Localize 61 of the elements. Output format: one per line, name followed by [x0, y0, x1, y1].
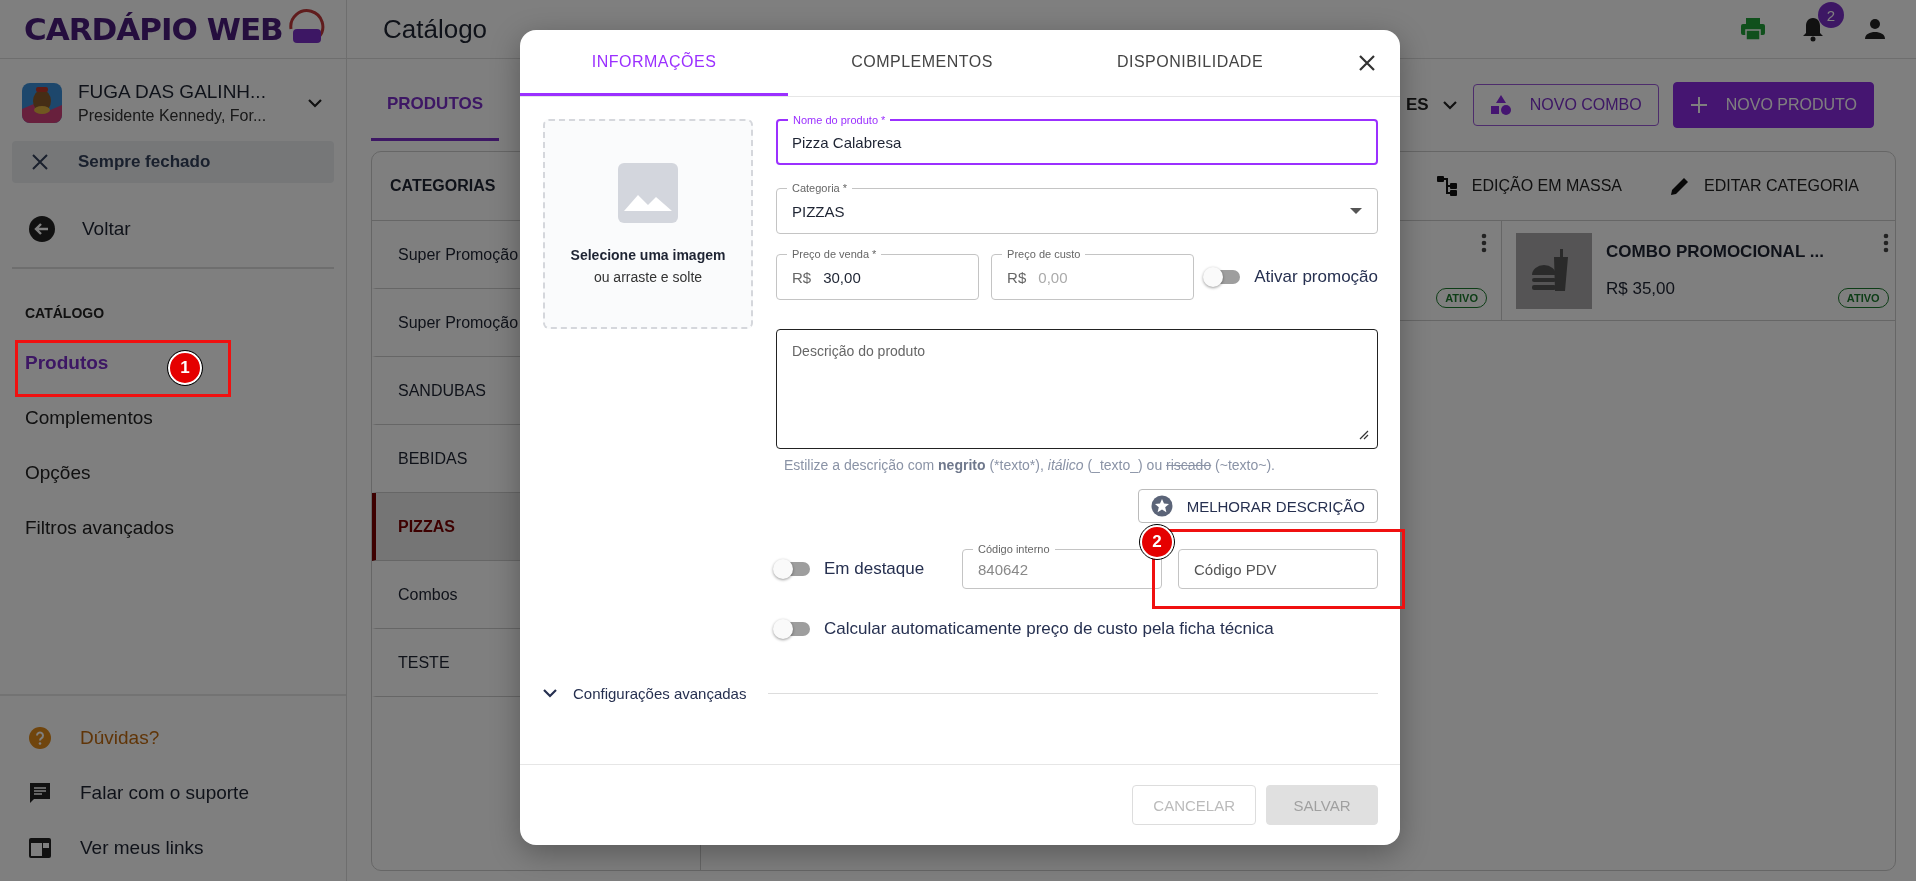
bell-icon[interactable]	[1802, 16, 1824, 42]
page-title: Catálogo	[383, 13, 489, 45]
food-icon	[1516, 233, 1592, 309]
hierarchy-icon	[1435, 175, 1458, 197]
more-options-icon[interactable]	[1481, 233, 1487, 253]
toggle-switch[interactable]	[776, 622, 810, 636]
product-card[interactable]: COMBO PROMOCIONAL ... R$ 35,00 ATIVO	[1502, 221, 1895, 321]
browser-window-icon	[28, 836, 52, 859]
textarea-field[interactable]: Descrição do produto	[776, 329, 1378, 449]
toolbar-button[interactable]: EDIÇÃO EM MASSA	[1429, 174, 1628, 198]
toggle-label: Calcular automaticamente preço de custo pela ficha técnica	[824, 619, 1274, 639]
more-options-icon[interactable]	[1882, 233, 1889, 253]
help-icon	[28, 725, 52, 750]
back-link[interactable]: Voltar	[82, 218, 131, 240]
sidebar-link[interactable]: Falar com o suporte	[80, 781, 249, 804]
image-icon	[618, 163, 678, 223]
tab[interactable]: DISPONIBILIDADE	[1056, 30, 1324, 96]
improve-description-button[interactable]: MELHORAR DESCRIÇÃO	[1137, 489, 1378, 523]
filter-dropdown[interactable]: ES	[1406, 95, 1457, 115]
toggle-switch[interactable]	[776, 562, 810, 576]
user-icon[interactable]	[1864, 18, 1886, 40]
resize-handle-icon[interactable]	[1359, 430, 1369, 440]
store-name: FUGA DAS GALINH...	[78, 81, 267, 103]
toggle-label: Ativar promoção	[1254, 267, 1378, 287]
sidebar-item[interactable]: Produtos	[25, 351, 109, 374]
toolbar-button[interactable]: EDITAR CATEGORIA	[1664, 175, 1865, 197]
sidebar-link[interactable]: Ver meus links	[80, 836, 204, 859]
product-name: COMBO PROMOCIONAL ...	[1606, 241, 1824, 262]
tab[interactable]: PRODUTOS	[371, 69, 500, 141]
sidebar-item[interactable]: Filtros avançados	[25, 516, 174, 539]
primary-button[interactable]: NOVO PRODUTO	[1672, 82, 1874, 128]
dropzone-hint: ou arraste e solte	[593, 269, 703, 285]
sidebar-item[interactable]: Opções	[25, 461, 91, 484]
annotation-badge: 1	[168, 351, 202, 385]
tab[interactable]: INFORMAÇÕES	[520, 30, 788, 96]
store-address: Presidente Kennedy, For...	[78, 107, 268, 125]
notification-badge: 2	[1818, 2, 1844, 28]
sidebar-item[interactable]: Complementos	[25, 406, 153, 429]
chevron-down-icon[interactable]	[543, 689, 557, 698]
toggle-label: Em destaque	[824, 559, 925, 579]
logo-text: CARDÁPIO WEB	[24, 11, 283, 47]
image-dropzone[interactable]: Selecione uma imagem ou arraste e solte	[543, 119, 753, 329]
shapes-icon	[1489, 94, 1512, 116]
helper-text: Estilize a descrição com negrito (*texto*), itálico (_texto_) ou riscado (~texto~).	[784, 457, 1276, 473]
section-heading: CATÁLOGO	[24, 304, 106, 323]
dropdown-arrow-icon	[1350, 208, 1362, 214]
chat-icon	[28, 780, 52, 805]
sidebar-link[interactable]: Dúvidas?	[80, 726, 160, 749]
product-price: R$ 35,00	[1606, 279, 1676, 300]
plus-icon	[1689, 96, 1708, 114]
column-heading: CATEGORIAS	[390, 177, 496, 195]
pencil-icon	[1670, 176, 1690, 196]
chevron-down-icon	[1442, 100, 1457, 110]
section-toggle-label[interactable]: Configurações avançadas	[573, 685, 747, 702]
status-label: Sempre fechado	[78, 152, 211, 172]
dropzone-title: Selecione uma imagem	[570, 247, 726, 263]
outlined-button[interactable]: NOVO COMBO	[1472, 84, 1659, 126]
close-icon	[32, 154, 48, 170]
input-field[interactable]: Código PDV	[1178, 549, 1378, 589]
toggle-switch[interactable]	[1206, 270, 1241, 284]
tab[interactable]: COMPLEMENTOS	[788, 30, 1056, 96]
